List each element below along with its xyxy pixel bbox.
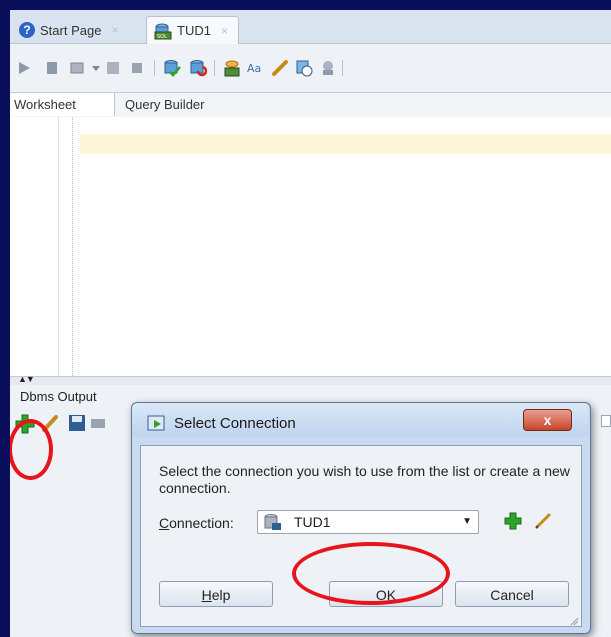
explain-plan-icon[interactable] (104, 58, 124, 78)
dialog-message: Select the connection you wish to use fr… (159, 463, 570, 496)
run-statement-icon[interactable] (14, 58, 34, 78)
tab-worksheet[interactable]: Worksheet (10, 93, 115, 116)
help-button[interactable]: Help (159, 581, 273, 607)
svg-text:Aa: Aa (247, 62, 261, 75)
run-script-icon[interactable] (42, 58, 62, 78)
clear-icon[interactable] (270, 58, 290, 78)
sql-history-icon[interactable] (294, 58, 314, 78)
connection-select[interactable]: TUD1 ▼ (257, 510, 479, 534)
connection-label-rest: onnection: (169, 515, 234, 531)
line-number-gutter (10, 117, 59, 376)
document-tab-bar: ? Start Page × SQL TUD1 × (10, 10, 611, 44)
sql-editor[interactable] (10, 117, 611, 376)
highlight-circle-add (10, 419, 53, 480)
close-icon[interactable]: × (221, 24, 228, 38)
editor-subtab-bar: Worksheet Query Builder (10, 92, 611, 118)
dialog-title: Select Connection (174, 415, 296, 432)
connection-select-value: TUD1 (294, 514, 331, 530)
splitter-arrows-icon[interactable]: ▲▼ (18, 374, 35, 384)
toolbar-separator (154, 60, 155, 76)
worksheet-toolbar: Aa (10, 54, 611, 82)
tab-start-page-label: Start Page (40, 22, 102, 38)
edit-pencil-icon (535, 513, 551, 529)
sql-developer-window: ? Start Page × SQL TUD1 × Aa Worksheet Q… (10, 10, 611, 637)
dialog-titlebar[interactable]: Select Connection x (132, 403, 588, 437)
code-fold-guide (72, 117, 73, 376)
sql-tuning-icon[interactable] (128, 58, 148, 78)
cancel-button[interactable]: Cancel (455, 581, 569, 607)
tab-start-page[interactable]: ? Start Page × (12, 16, 129, 43)
tab-tud1[interactable]: SQL TUD1 × (146, 16, 239, 44)
tab-query-builder[interactable]: Query Builder (125, 97, 204, 112)
highlight-circle-ok (292, 542, 450, 605)
svg-text:SQL: SQL (157, 34, 167, 40)
current-line-highlight (80, 134, 611, 154)
add-icon (504, 512, 522, 530)
save-icon[interactable] (68, 414, 86, 432)
connection-icon (147, 415, 165, 431)
edit-connection-button[interactable] (533, 511, 553, 531)
chevron-down-icon[interactable]: ▼ (462, 516, 472, 527)
to-upper-lower-icon[interactable]: Aa (246, 58, 266, 78)
panel-splitter[interactable]: ▲▼ (10, 374, 611, 385)
help-button-label-rest: elp (211, 587, 231, 603)
toolbar-separator (342, 60, 343, 76)
toolbar-separator (214, 60, 215, 76)
panel-restore-icon[interactable] (601, 415, 611, 427)
sql-worksheet-icon: SQL (153, 22, 173, 40)
close-icon[interactable]: × (111, 23, 118, 37)
add-connection-button[interactable] (503, 511, 523, 531)
tab-tud1-label: TUD1 (177, 23, 211, 38)
print-icon[interactable] (90, 414, 106, 432)
close-button[interactable]: x (523, 409, 572, 431)
resize-grip-icon[interactable] (569, 614, 579, 626)
help-icon: ? (19, 22, 35, 38)
rollback-icon[interactable] (188, 58, 208, 78)
commit-icon[interactable] (162, 58, 182, 78)
database-connection-icon (262, 513, 282, 531)
unshared-sql-worksheet-icon[interactable] (222, 58, 242, 78)
connection-label: Connection: (159, 515, 234, 531)
dropdown-arrow-icon[interactable] (86, 58, 106, 78)
tab-dbms-output[interactable]: Dbms Output (10, 385, 120, 407)
autotrace-icon[interactable] (68, 58, 88, 78)
query-builder-icon[interactable] (318, 58, 338, 78)
